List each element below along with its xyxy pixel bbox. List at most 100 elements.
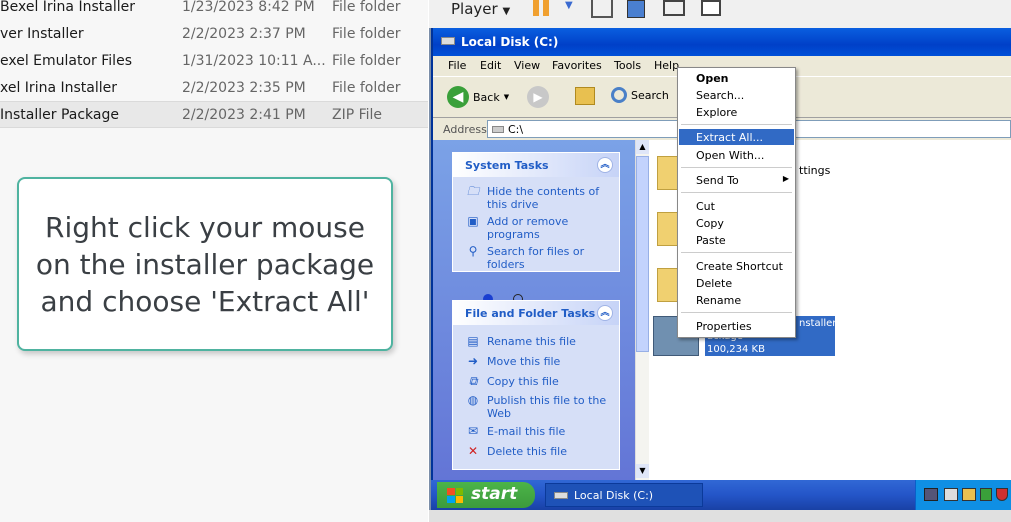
- scroll-up-icon[interactable]: ▲: [636, 140, 649, 154]
- menu-help[interactable]: Help: [654, 59, 679, 72]
- vm-tools-icon[interactable]: [924, 488, 938, 501]
- menu-edit[interactable]: Edit: [480, 59, 501, 72]
- task-add-remove-programs[interactable]: ▣ Add or remove programs: [453, 215, 619, 242]
- file-type: ZIP File: [332, 107, 383, 123]
- volume-icon[interactable]: [962, 488, 976, 501]
- chevron-down-icon: ▼: [502, 6, 511, 17]
- menu-item-send-to[interactable]: Send To ▶: [679, 172, 794, 188]
- menu-tools[interactable]: Tools: [614, 59, 641, 72]
- collapse-icon[interactable]: ︽: [597, 305, 613, 321]
- menu-separator: [681, 312, 792, 313]
- menu-item-open[interactable]: Open: [679, 70, 794, 86]
- menu-item-explore[interactable]: Explore: [679, 104, 794, 120]
- menu-view[interactable]: View: [514, 59, 540, 72]
- file-name: Bexel Irina Installer: [0, 0, 135, 15]
- context-menu: Open Search... Explore Extract All... Op…: [677, 67, 796, 338]
- menu-item-extract-all[interactable]: Extract All...: [679, 129, 794, 145]
- file-size: 100,234 KB: [707, 344, 765, 355]
- unity-icon[interactable]: [701, 0, 721, 16]
- task-label: Add or remove programs: [487, 215, 569, 241]
- forward-arrow-icon[interactable]: ▶: [527, 86, 549, 108]
- folder-up-icon[interactable]: [575, 87, 595, 105]
- instruction-callout: Right click your mouse on the installer …: [17, 177, 393, 351]
- system-tasks-header[interactable]: System Tasks ︽: [453, 153, 619, 177]
- search-button[interactable]: Search: [611, 87, 669, 103]
- send-to-label: Send To: [696, 174, 739, 187]
- fullscreen-icon[interactable]: [663, 0, 685, 16]
- file-name: xel Irina Installer: [0, 80, 117, 96]
- drive-icon: [554, 492, 568, 499]
- file-type: File folder: [332, 0, 401, 15]
- menu-item-create-shortcut[interactable]: Create Shortcut: [679, 258, 794, 274]
- file-folder-tasks-title: File and Folder Tasks: [465, 307, 596, 320]
- player-menu[interactable]: Player ▼: [451, 0, 510, 18]
- system-tasks-panel: System Tasks ︽ 🗀 Hide the contents of th…: [452, 152, 620, 272]
- player-label: Player: [451, 0, 498, 18]
- file-name: Installer Package: [0, 107, 119, 123]
- menu-item-delete[interactable]: Delete: [679, 275, 794, 291]
- security-shield-icon[interactable]: [996, 488, 1008, 501]
- taskbar-task-local-disk[interactable]: Local Disk (C:): [545, 483, 703, 507]
- menu-item-copy[interactable]: Copy: [679, 215, 794, 231]
- system-tasks-title: System Tasks: [465, 159, 549, 172]
- menu-item-cut[interactable]: Cut: [679, 198, 794, 214]
- task-hide-drive[interactable]: 🗀 Hide the contents of this drive: [453, 185, 619, 212]
- task-label: Local Disk (C:): [574, 489, 654, 502]
- task-label: Hide the contents of this drive: [487, 185, 600, 211]
- update-icon[interactable]: [980, 488, 992, 501]
- list-item[interactable]: Bexel Irina Installer 1/23/2023 8:42 PM …: [0, 0, 428, 21]
- file-name: exel Emulator Files: [0, 53, 132, 69]
- menu-favorites[interactable]: Favorites: [552, 59, 602, 72]
- pause-icon[interactable]: [533, 0, 549, 16]
- drive-icon: [441, 37, 455, 45]
- task-pane: System Tasks ︽ 🗀 Hide the contents of th…: [433, 140, 635, 480]
- task-label: Copy this file: [487, 375, 559, 388]
- file-folder-tasks-header[interactable]: File and Folder Tasks ︽: [453, 301, 619, 325]
- rename-icon: ▤: [467, 334, 479, 348]
- window-titlebar[interactable]: Local Disk (C:): [433, 28, 1011, 56]
- network-icon[interactable]: [944, 488, 958, 501]
- submenu-arrow-icon: ▶: [782, 174, 789, 183]
- menu-file[interactable]: File: [448, 59, 466, 72]
- scroll-down-icon[interactable]: ▼: [636, 464, 649, 478]
- file-type: File folder: [332, 26, 401, 42]
- menu-item-open-with[interactable]: Open With...: [679, 147, 794, 163]
- start-button[interactable]: start: [437, 482, 535, 508]
- removable-device-icon[interactable]: [627, 0, 645, 18]
- address-value: C:\: [508, 123, 524, 136]
- task-delete[interactable]: ✕ Delete this file: [453, 444, 619, 459]
- list-item[interactable]: xel Irina Installer 2/2/2023 2:35 PM Fil…: [0, 75, 428, 102]
- list-item[interactable]: ver Installer 2/2/2023 2:37 PM File fold…: [0, 21, 428, 48]
- file-date: 2/2/2023 2:35 PM: [182, 80, 306, 96]
- chevron-down-icon: ▼: [503, 93, 510, 101]
- network-icon[interactable]: [591, 0, 613, 18]
- task-copy[interactable]: ⧉ Copy this file: [453, 375, 619, 389]
- menu-item-rename[interactable]: Rename: [679, 292, 794, 308]
- file-date: 2/2/2023 2:37 PM: [182, 26, 306, 42]
- menu-item-paste[interactable]: Paste: [679, 232, 794, 248]
- folder-icon[interactable]: [657, 212, 679, 246]
- task-publish[interactable]: ◍ Publish this file to the Web: [453, 394, 619, 421]
- folder-icon[interactable]: [657, 268, 679, 302]
- task-search-files[interactable]: ⚲ Search for files or folders: [453, 245, 619, 272]
- file-type: File folder: [332, 80, 401, 96]
- menu-item-search[interactable]: Search...: [679, 87, 794, 103]
- file-name: ver Installer: [0, 26, 84, 42]
- start-label: start: [471, 484, 518, 504]
- task-pane-scrollbar[interactable]: ▲ ▼: [635, 140, 649, 480]
- task-move[interactable]: ➜ Move this file: [453, 355, 619, 369]
- task-label: Rename this file: [487, 335, 576, 348]
- menu-item-properties[interactable]: Properties: [679, 318, 794, 334]
- delete-icon: ✕: [467, 444, 479, 458]
- drive-icon: [492, 126, 504, 133]
- list-item[interactable]: exel Emulator Files 1/31/2023 10:11 A...…: [0, 48, 428, 75]
- list-item-selected[interactable]: Installer Package 2/2/2023 2:41 PM ZIP F…: [0, 101, 428, 128]
- folder-icon[interactable]: [657, 156, 679, 190]
- collapse-icon[interactable]: ︽: [597, 157, 613, 173]
- task-rename[interactable]: ▤ Rename this file: [453, 334, 619, 349]
- back-button[interactable]: ◀ Back ▼: [447, 86, 509, 108]
- task-email[interactable]: ✉ E-mail this file: [453, 425, 619, 439]
- task-label: Delete this file: [487, 445, 567, 458]
- chevron-down-icon[interactable]: ▼: [565, 0, 573, 11]
- scroll-thumb[interactable]: [636, 156, 649, 352]
